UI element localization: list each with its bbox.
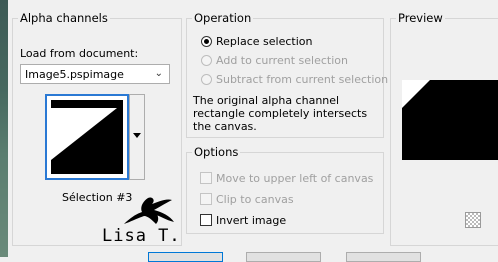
add-to-selection-label[interactable]: Add to current selection [216, 54, 348, 67]
radio-selected-dot [204, 39, 209, 44]
subtract-from-selection-label[interactable]: Subtract from current selection [216, 73, 388, 86]
subtract-from-selection-radio[interactable] [201, 74, 212, 85]
intersection-note: The original alpha channel rectangle com… [193, 94, 368, 133]
options-title: Options [192, 145, 241, 159]
watermark-signature: Lisa T. [102, 226, 181, 246]
move-upper-left-label[interactable]: Move to upper left of canvas [216, 172, 373, 185]
preview-image [402, 80, 498, 160]
alpha-channel-thumbnail[interactable] [45, 94, 129, 180]
move-upper-left-checkbox[interactable] [200, 172, 212, 184]
clip-to-canvas-checkbox[interactable] [200, 193, 212, 205]
background-edge [0, 0, 8, 257]
cancel-button[interactable] [246, 252, 321, 262]
chevron-down-icon: ⌄ [154, 68, 163, 79]
preview-title: Preview [396, 11, 445, 25]
replace-selection-label[interactable]: Replace selection [216, 35, 312, 48]
alpha-channels-title: Alpha channels [18, 11, 110, 25]
help-button[interactable] [346, 252, 421, 262]
replace-selection-radio[interactable] [201, 36, 212, 47]
thumbnail-dropdown-button[interactable] [129, 94, 145, 180]
document-select[interactable]: Image5.pspimage ⌄ [20, 64, 170, 84]
document-select-value: Image5.pspimage [25, 68, 124, 81]
ok-button[interactable] [148, 252, 223, 262]
load-from-document-label: Load from document: [20, 47, 139, 60]
dropdown-arrow-icon [133, 133, 141, 138]
operation-title: Operation [192, 11, 254, 25]
transparency-checker-icon[interactable] [465, 212, 481, 228]
invert-image-checkbox[interactable] [200, 214, 212, 226]
invert-image-label[interactable]: Invert image [216, 214, 286, 227]
clip-to-canvas-label[interactable]: Clip to canvas [216, 193, 294, 206]
channel-preview-image [51, 100, 123, 174]
add-to-selection-radio[interactable] [201, 55, 212, 66]
